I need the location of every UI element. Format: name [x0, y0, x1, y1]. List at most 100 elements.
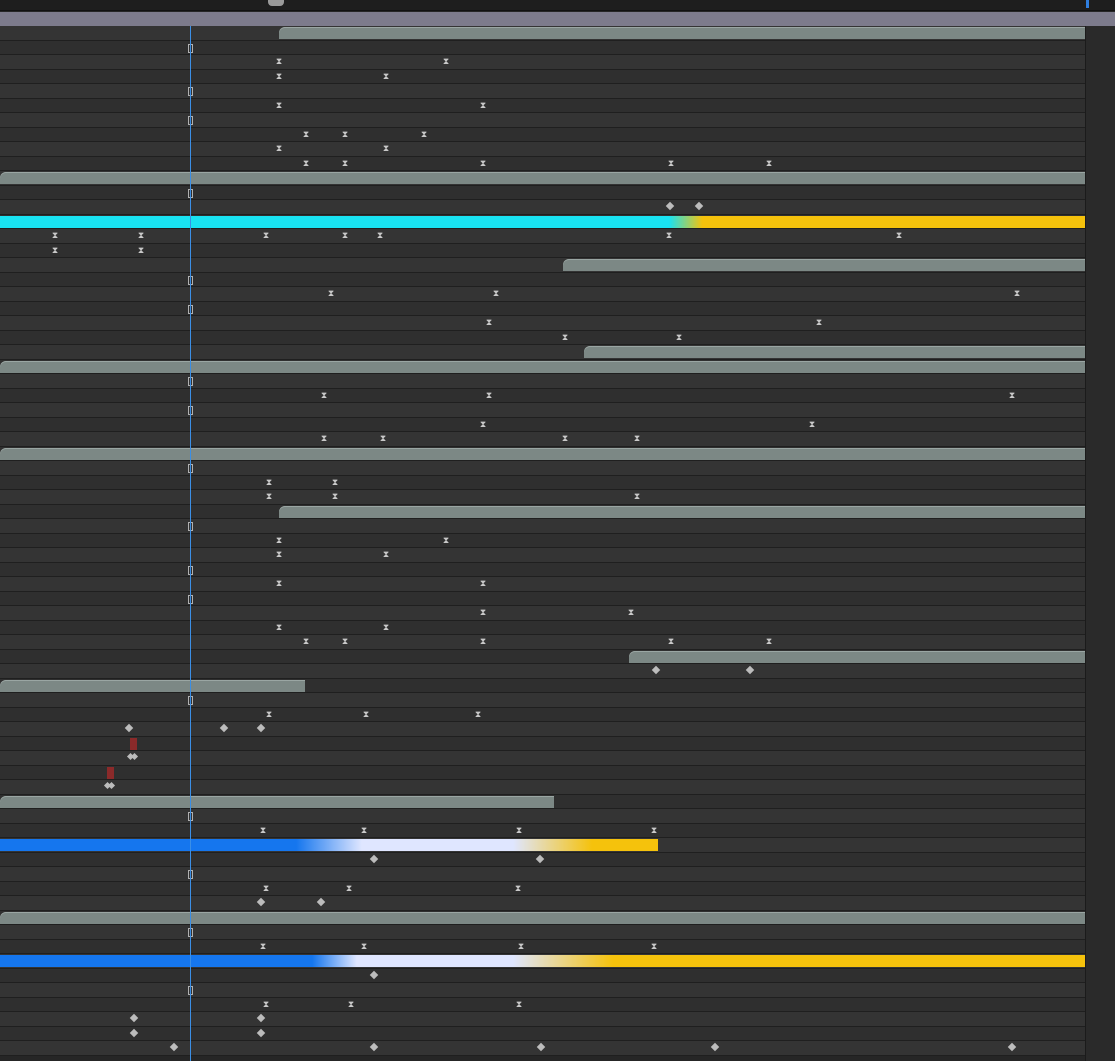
layer-row[interactable] [0, 461, 1115, 476]
hold-keyframe-icon[interactable] [275, 551, 283, 560]
hold-keyframe-icon[interactable] [514, 885, 522, 894]
hold-keyframe-icon[interactable] [627, 609, 635, 618]
hold-keyframe-icon[interactable] [667, 160, 675, 169]
hold-keyframe-icon[interactable] [341, 232, 349, 241]
hold-keyframe-icon[interactable] [479, 421, 487, 430]
hold-keyframe-icon[interactable] [360, 827, 368, 836]
hold-keyframe-icon[interactable] [1008, 392, 1016, 401]
layer-row[interactable] [0, 258, 1115, 273]
hold-keyframe-icon[interactable] [347, 1001, 355, 1010]
layer-row[interactable] [0, 229, 1115, 244]
keyframe-diamond-icon[interactable] [1007, 1042, 1017, 1052]
hold-keyframe-icon[interactable] [376, 232, 384, 241]
layer-row[interactable] [0, 968, 1115, 983]
layer-row[interactable] [0, 693, 1115, 708]
layer-row[interactable] [0, 722, 1115, 737]
layer-row[interactable] [0, 142, 1115, 157]
keyframe-diamond-icon[interactable] [536, 1042, 546, 1052]
layer-row[interactable] [0, 388, 1115, 403]
keyframe-diamond-icon[interactable] [219, 723, 229, 733]
hold-keyframe-icon[interactable] [51, 232, 59, 241]
layer-row[interactable] [0, 374, 1115, 389]
keyframe-diamond-icon[interactable] [665, 201, 675, 211]
keyframe-diamond-icon[interactable] [710, 1042, 720, 1052]
layer-row[interactable] [0, 519, 1115, 534]
layer-row[interactable] [0, 243, 1115, 258]
hold-keyframe-icon[interactable] [561, 334, 569, 343]
hold-keyframe-icon[interactable] [815, 319, 823, 328]
keyframe-diamond-icon[interactable] [256, 1028, 266, 1037]
keyframe-diamond-icon[interactable] [369, 854, 379, 863]
hold-keyframe-icon[interactable] [420, 131, 428, 140]
hold-keyframe-icon[interactable] [1013, 290, 1021, 299]
keyframe-diamond-icon[interactable] [129, 1028, 139, 1037]
layer-row[interactable] [0, 113, 1115, 128]
layer-row[interactable] [0, 1041, 1115, 1056]
layer-row[interactable] [0, 475, 1115, 490]
layer-duration-bar[interactable] [584, 346, 1115, 358]
keyframe-diamond-icon[interactable] [124, 723, 134, 733]
hold-keyframe-icon[interactable] [265, 479, 273, 488]
layer-row[interactable] [0, 562, 1115, 577]
hold-keyframe-icon[interactable] [275, 624, 283, 633]
layer-row[interactable] [0, 345, 1115, 360]
timeline-panel[interactable] [0, 0, 1115, 1061]
hold-keyframe-icon[interactable] [275, 145, 283, 154]
layer-duration-bar[interactable] [0, 679, 305, 692]
hold-keyframe-icon[interactable] [327, 290, 335, 299]
layer-row[interactable] [0, 997, 1115, 1012]
layer-row[interactable] [0, 200, 1115, 215]
hold-keyframe-icon[interactable] [808, 421, 816, 430]
hold-keyframe-icon[interactable] [675, 334, 683, 343]
layer-duration-bar[interactable] [279, 27, 1115, 39]
layer-row[interactable] [0, 156, 1115, 171]
hold-keyframe-icon[interactable] [517, 943, 525, 952]
hold-keyframe-icon[interactable] [275, 580, 283, 589]
layer-row[interactable] [0, 606, 1115, 621]
layer-row[interactable] [0, 1026, 1115, 1041]
layer-row[interactable] [0, 504, 1115, 519]
layer-row[interactable] [0, 446, 1115, 461]
hold-keyframe-icon[interactable] [515, 827, 523, 836]
layer-row[interactable] [0, 127, 1115, 142]
layer-duration-bar[interactable] [0, 172, 1098, 184]
hold-keyframe-icon[interactable] [265, 493, 273, 502]
hold-keyframe-icon[interactable] [479, 102, 487, 111]
hold-keyframe-icon[interactable] [341, 131, 349, 140]
layer-duration-bar[interactable] [279, 505, 1115, 518]
hold-keyframe-icon[interactable] [633, 435, 641, 444]
layer-row[interactable] [0, 98, 1115, 113]
hold-keyframe-icon[interactable] [515, 1001, 523, 1010]
layer-row[interactable] [0, 678, 1115, 693]
layer-row[interactable] [0, 794, 1115, 809]
hold-keyframe-icon[interactable] [479, 609, 487, 618]
current-time-indicator-head[interactable] [268, 0, 284, 6]
hold-keyframe-icon[interactable] [561, 435, 569, 444]
layer-row[interactable] [0, 432, 1115, 447]
hold-keyframe-icon[interactable] [485, 319, 493, 328]
hold-keyframe-icon[interactable] [331, 493, 339, 502]
hold-keyframe-icon[interactable] [379, 435, 387, 444]
keyframe-diamond-icon[interactable] [256, 897, 266, 907]
blue-gold-effect-bar[interactable] [0, 839, 658, 851]
current-time-indicator[interactable] [190, 26, 191, 1061]
hold-keyframe-icon[interactable] [259, 827, 267, 836]
hold-keyframe-icon[interactable] [479, 160, 487, 169]
layer-row[interactable] [0, 272, 1115, 287]
layer-row[interactable] [0, 925, 1115, 940]
layer-row[interactable] [0, 823, 1115, 838]
layer-row[interactable] [0, 69, 1115, 84]
hold-keyframe-icon[interactable] [485, 392, 493, 401]
layer-row[interactable] [0, 316, 1115, 331]
keyframe-diamond-icon[interactable] [369, 970, 379, 979]
layer-duration-bar[interactable] [0, 795, 554, 808]
hold-keyframe-icon[interactable] [382, 624, 390, 633]
layer-row[interactable] [0, 620, 1115, 635]
blue-gold-effect-bar[interactable] [0, 955, 1115, 967]
layer-row[interactable] [0, 939, 1115, 954]
hold-keyframe-icon[interactable] [262, 885, 270, 894]
layer-row[interactable] [0, 736, 1115, 751]
layer-duration-bar[interactable] [629, 650, 1115, 663]
hold-keyframe-icon[interactable] [341, 160, 349, 169]
hold-keyframe-icon[interactable] [331, 479, 339, 488]
